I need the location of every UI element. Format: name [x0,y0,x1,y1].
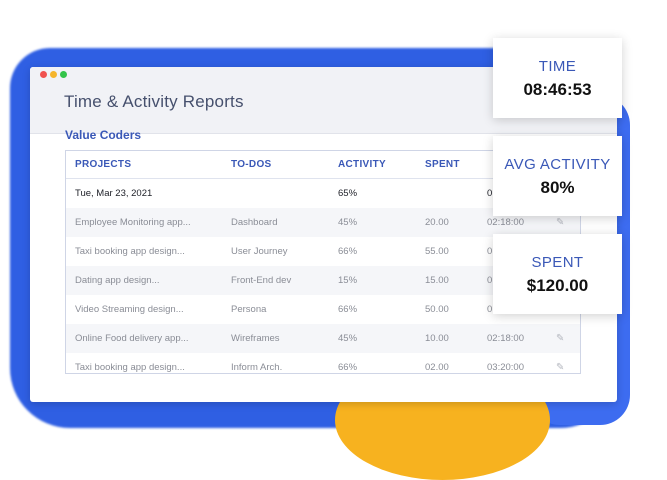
time-card-label: TIME [538,58,577,75]
row-time: 02:18:00 [487,333,524,344]
row-spent: 02.00 [425,362,449,373]
row-project: Dating app design... [75,275,160,286]
close-window-button[interactable] [40,71,47,78]
page-title: Time & Activity Reports [64,92,244,111]
spent-card: SPENT $120.00 [493,234,622,314]
row-activity: 66% [338,304,358,315]
time-card-value: 08:46:53 [523,80,592,99]
minimize-window-button[interactable] [50,71,57,78]
row-activity: 15% [338,275,358,286]
row-date: Tue, Mar 23, 2021 [75,188,153,199]
row-time: 0 [487,304,493,315]
row-activity: 65% [338,188,358,199]
row-project: Employee Monitoring app... [75,217,191,228]
row-spent: 15.00 [425,275,449,286]
row-activity: 45% [338,333,358,344]
pencil-icon[interactable]: ✎ [556,362,564,373]
company-name: Value Coders [65,128,142,142]
row-todo: Front-End dev [231,275,292,286]
table-row[interactable]: Taxi booking app design... Inform Arch. … [66,353,580,382]
row-todo: Wireframes [231,333,280,344]
table-row[interactable]: Online Food delivery app... Wireframes 4… [66,324,580,353]
column-header-activity[interactable]: ACTIVITY [338,159,386,170]
column-header-spent[interactable]: SPENT [425,159,460,170]
row-project: Taxi booking app design... [75,362,185,373]
spent-card-value: $120.00 [526,276,589,295]
row-activity: 66% [338,246,358,257]
column-header-todos[interactable]: TO-DOS [231,159,272,170]
pencil-icon[interactable]: ✎ [556,333,564,344]
row-todo: Inform Arch. [231,362,283,373]
row-activity: 45% [338,217,358,228]
row-spent: 55.00 [425,246,449,257]
row-spent: 20.00 [425,217,449,228]
row-project: Video Streaming design... [75,304,184,315]
row-time: 0 [487,275,493,286]
window-controls [40,71,67,78]
row-spent: 10.00 [425,333,449,344]
row-project: Taxi booking app design... [75,246,185,257]
row-todo: Dashboard [231,217,278,228]
row-activity: 66% [338,362,358,373]
row-todo: Persona [231,304,267,315]
time-card: TIME 08:46:53 [493,38,622,118]
avg-activity-card-label: AVG ACTIVITY [504,156,611,173]
column-header-projects[interactable]: PROJECTS [75,159,131,170]
row-time: 0 [487,188,493,199]
pencil-icon[interactable]: ✎ [556,217,564,228]
row-time: 0 [487,246,493,257]
row-project: Online Food delivery app... [75,333,189,344]
maximize-window-button[interactable] [60,71,67,78]
avg-activity-card-value: 80% [540,178,575,197]
row-spent: 50.00 [425,304,449,315]
spent-card-label: SPENT [531,254,584,271]
row-time: 02:18:00 [487,217,524,228]
row-time: 03:20:00 [487,362,524,373]
row-todo: User Journey [231,246,288,257]
avg-activity-card: AVG ACTIVITY 80% [493,136,622,216]
